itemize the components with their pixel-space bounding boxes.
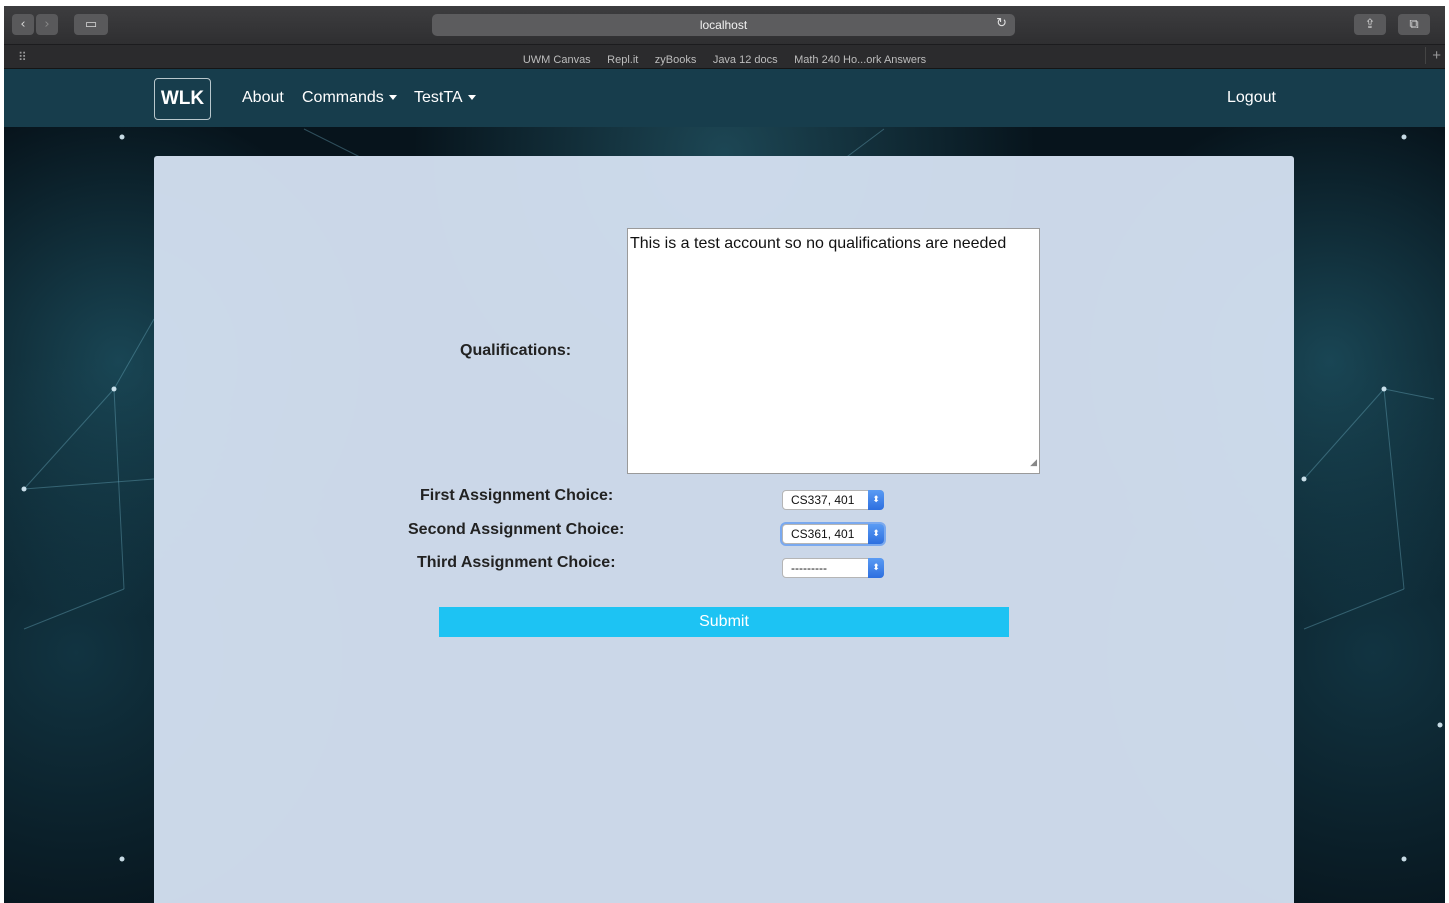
resize-grip-icon[interactable]: ◢ <box>1030 453 1037 471</box>
select-arrows-icon: ⬍ <box>868 558 884 578</box>
nav-commands-dropdown[interactable]: Commands <box>302 89 397 107</box>
favorite-zybooks[interactable]: zyBooks <box>655 54 697 66</box>
sidebar-icon[interactable]: ▭ <box>74 14 108 35</box>
qualifications-text: This is a test account so no qualificati… <box>630 235 1007 252</box>
third-choice-label: Third Assignment Choice: <box>417 554 616 571</box>
web-page: WLK About Commands TestTA Logout Qualifi… <box>4 69 1445 903</box>
new-tab-plus-icon[interactable]: + <box>1425 47 1441 64</box>
submit-button[interactable]: Submit <box>439 607 1009 637</box>
nav-about[interactable]: About <box>242 89 284 107</box>
forward-icon[interactable]: › <box>36 14 58 35</box>
first-choice-label: First Assignment Choice: <box>420 487 614 504</box>
brand-logo[interactable]: WLK <box>154 78 211 120</box>
reload-icon[interactable]: ↻ <box>996 16 1007 31</box>
logout-link[interactable]: Logout <box>1227 89 1276 107</box>
chevron-down-icon <box>388 95 397 101</box>
second-choice-label: Second Assignment Choice: <box>408 521 625 538</box>
favorite-math-240[interactable]: Math 240 Ho...ork Answers <box>794 54 926 66</box>
ta-application-form: Qualifications: This is a test account s… <box>154 156 1294 903</box>
nav-commands-label: Commands <box>302 89 384 106</box>
first-choice-select[interactable]: CS337, 401 ⬍ <box>782 490 884 510</box>
select-arrows-icon: ⬍ <box>868 490 884 510</box>
qualifications-textarea[interactable]: This is a test account so no qualificati… <box>627 228 1040 474</box>
share-icon[interactable]: ⇪ <box>1354 14 1386 35</box>
third-choice-value: --------- <box>791 561 827 575</box>
second-choice-value: CS361, 401 <box>791 527 855 541</box>
select-arrows-icon: ⬍ <box>868 524 884 544</box>
third-choice-select[interactable]: --------- ⬍ <box>782 558 884 578</box>
favorite-java-docs[interactable]: Java 12 docs <box>713 54 778 66</box>
qualifications-label: Qualifications: <box>460 342 572 359</box>
browser-toolbar: ‹ › ▭ localhost ↻ ⇪ ⧉ <box>4 6 1445 45</box>
address-text: localhost <box>699 18 748 32</box>
favorite-replit[interactable]: Repl.it <box>607 54 638 66</box>
back-icon[interactable]: ‹ <box>12 14 34 35</box>
browser-window: ‹ › ▭ localhost ↻ ⇪ ⧉ ⠿ UWM Canvas Repl.… <box>4 6 1445 903</box>
nav-testta-label: TestTA <box>414 89 463 106</box>
chevron-down-icon <box>467 95 476 101</box>
favorites-bar: ⠿ UWM Canvas Repl.it zyBooks Java 12 doc… <box>4 45 1445 69</box>
favorite-uwm-canvas[interactable]: UWM Canvas <box>523 54 591 66</box>
favorites-list: UWM Canvas Repl.it zyBooks Java 12 docs … <box>4 50 1445 68</box>
top-navbar: WLK About Commands TestTA Logout <box>4 69 1445 127</box>
second-choice-select[interactable]: CS361, 401 ⬍ <box>782 524 884 544</box>
tabs-icon[interactable]: ⧉ <box>1398 14 1430 35</box>
nav-testta-dropdown[interactable]: TestTA <box>414 89 476 107</box>
address-bar[interactable]: localhost ↻ <box>432 14 1015 36</box>
first-choice-value: CS337, 401 <box>791 493 855 507</box>
